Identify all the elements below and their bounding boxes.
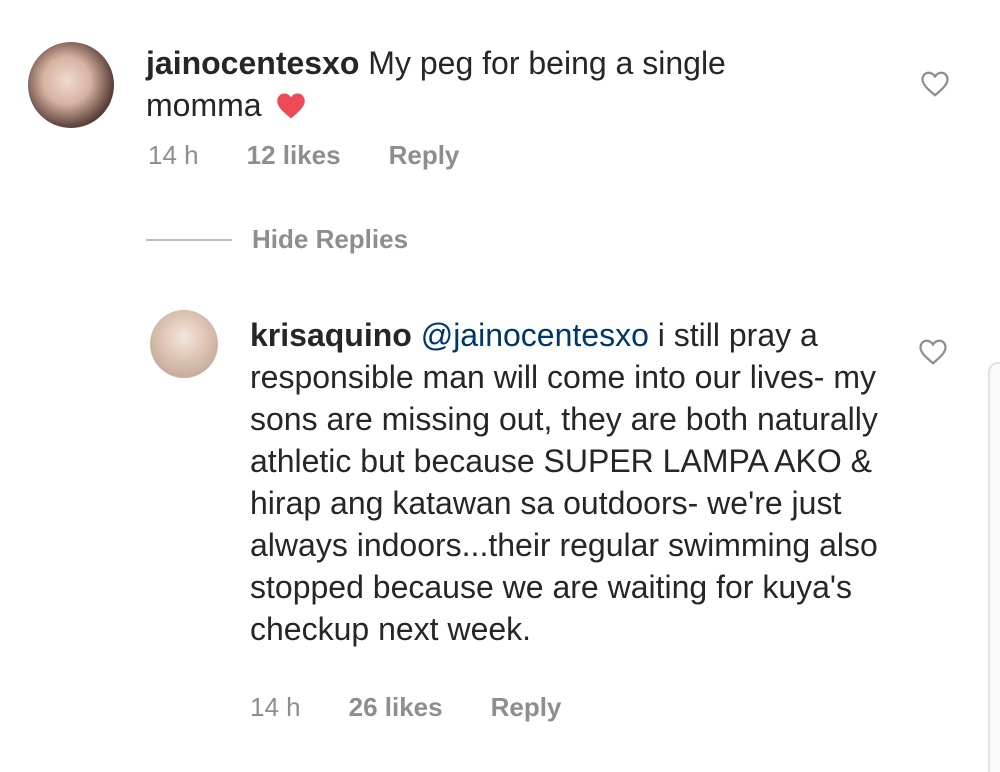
reply-likes[interactable]: 26 likes	[349, 692, 443, 723]
divider-line	[146, 238, 232, 241]
reply-time: 14 h	[250, 692, 301, 722]
scrollbar[interactable]	[988, 362, 1000, 772]
like-heart-icon[interactable]	[920, 70, 950, 98]
reply-button[interactable]: Reply	[389, 140, 460, 171]
red-heart-icon	[276, 88, 306, 119]
reply-button[interactable]: Reply	[491, 692, 562, 723]
comment-body: jainocentesxo My peg for being a single …	[146, 42, 846, 126]
reply-body: krisaquino @jainocentesxo i still pray a…	[250, 314, 890, 650]
comment-time: 14 h	[148, 140, 199, 170]
reply-meta: 14 h 26 likes Reply	[250, 692, 609, 723]
avatar-krisaquino[interactable]	[150, 310, 218, 378]
hide-replies-label[interactable]: Hide Replies	[252, 224, 408, 255]
hide-replies-toggle[interactable]: Hide Replies	[146, 224, 408, 255]
avatar-jainocentesxo[interactable]	[28, 42, 114, 128]
comment-likes[interactable]: 12 likes	[247, 140, 341, 171]
like-heart-icon[interactable]	[918, 338, 948, 366]
reply-mention[interactable]: @jainocentesxo	[421, 317, 649, 353]
comment-username[interactable]: jainocentesxo	[146, 45, 359, 81]
comment-meta: 14 h 12 likes Reply	[148, 140, 507, 171]
reply-text: i still pray a responsible man will come…	[250, 317, 878, 647]
reply-username[interactable]: krisaquino	[250, 317, 412, 353]
